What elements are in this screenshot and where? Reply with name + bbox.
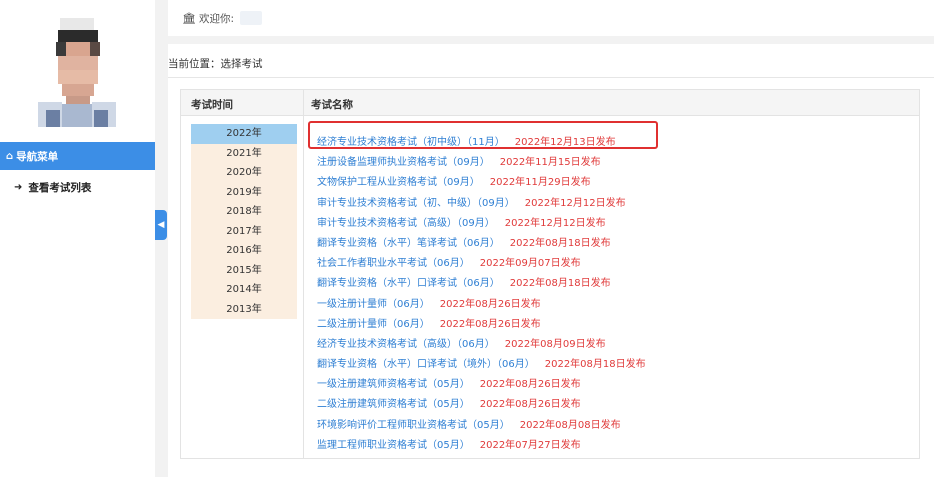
year-item[interactable]: 2017年 — [191, 221, 297, 241]
exam-name-link[interactable]: 经济专业技术资格考试（高级）（06月） — [317, 339, 495, 350]
exam-name-link[interactable]: 经济专业技术资格考试（初中级）（11月） — [317, 137, 505, 148]
exam-name-link[interactable]: 一级注册建筑师资格考试（05月） — [317, 379, 470, 390]
username-blurred — [240, 11, 263, 25]
exam-name-link[interactable]: 审计专业技术资格考试（初、中级）（09月） — [317, 198, 515, 209]
welcome-text: 欢迎你: — [198, 12, 235, 25]
exam-name-link[interactable]: 社会工作者职业水平考试（06月） — [317, 258, 470, 269]
exam-table: 考试时间 考试名称 2022年 2021年 2020年 2019年 2018年 2017年… — [180, 89, 920, 459]
avatar — [36, 12, 118, 127]
exam-list-item[interactable]: 翻译专业资格（水平）口译考试（06月） 2022年08月18日发布 — [317, 274, 907, 294]
exam-name-link[interactable]: 审计专业技术资格考试（高级）（09月） — [317, 218, 495, 229]
year-item[interactable]: 2022年 — [191, 124, 297, 144]
table-header: 考试时间 考试名称 — [181, 90, 919, 116]
exam-publish-date: 2022年08月26日发布 — [479, 399, 581, 411]
year-item[interactable]: 2014年 — [191, 280, 297, 300]
year-item[interactable]: 2013年 — [191, 299, 297, 319]
top-bar: 🏛 欢迎你: — [168, 0, 934, 36]
sidebar-collapse-toggle[interactable]: ◀ — [155, 210, 167, 240]
exam-list-item[interactable]: 社会工作者职业水平考试（06月） 2022年09月07日发布 — [317, 254, 907, 274]
bank-icon: 🏛 — [182, 11, 196, 25]
exam-publish-date: 2022年11月15日发布 — [499, 157, 601, 169]
exam-publish-date: 2022年08月26日发布 — [439, 298, 541, 310]
exam-publish-date: 2022年12月12日发布 — [524, 197, 626, 209]
sidebar-item-exam-list[interactable]: ➜ 查看考试列表 — [0, 176, 155, 198]
main-panel: 当前位置：选择考试 考试时间 考试名称 2022年 2021年 2020年 2019年… — [168, 44, 934, 477]
exam-name-link[interactable]: 翻译专业资格（水平）口译考试（06月） — [317, 278, 500, 289]
exam-list-item[interactable]: 监理工程师职业资格考试（05月） 2022年07月27日发布 — [317, 436, 907, 456]
exam-name-link[interactable]: 环境影响评价工程师职业资格考试（05月） — [317, 420, 510, 431]
exam-name-link[interactable]: 二级注册建筑师资格考试（05月） — [317, 399, 470, 410]
year-item[interactable]: 2020年 — [191, 163, 297, 183]
column-header-time: 考试时间 — [191, 99, 233, 111]
exam-name-link[interactable]: 翻译专业资格（水平）口译考试（境外）（06月） — [317, 359, 535, 370]
exam-publish-date: 2022年08月26日发布 — [439, 318, 541, 330]
column-header-name: 考试名称 — [311, 99, 353, 111]
year-item[interactable]: 2015年 — [191, 260, 297, 280]
exam-publish-date: 2022年08月09日发布 — [504, 338, 606, 350]
exam-list-item[interactable]: 环境影响评价工程师职业资格考试（05月） 2022年08月08日发布 — [317, 416, 907, 436]
exam-list-item[interactable]: 一级注册建筑师资格考试（05月） 2022年08月26日发布 — [317, 375, 907, 395]
column-divider — [303, 90, 304, 458]
exam-list-item[interactable]: 翻译专业资格（水平）笔译考试（06月） 2022年08月18日发布 — [317, 234, 907, 254]
divider — [168, 77, 934, 78]
exam-publish-date: 2022年12月13日发布 — [514, 137, 616, 148]
sign-in-icon: ➜ — [14, 181, 23, 193]
year-item[interactable]: 2021年 — [191, 143, 297, 163]
year-item[interactable]: 2018年 — [191, 202, 297, 222]
exam-name-link[interactable]: 二级注册计量师（06月） — [317, 319, 430, 330]
exam-list-item[interactable]: 审计专业技术资格考试（初、中级）（09月） 2022年12月12日发布 — [317, 194, 907, 214]
exam-name-link[interactable]: 监理工程师职业资格考试（05月） — [317, 440, 470, 451]
exam-list-item[interactable]: 一级注册计量师（06月） 2022年08月26日发布 — [317, 295, 907, 315]
sidebar-item-label: 查看考试列表 — [28, 181, 92, 194]
exam-publish-date: 2022年12月12日发布 — [504, 217, 606, 229]
exam-list-item[interactable]: 审计专业技术资格考试（高级）（09月） 2022年12月12日发布 — [317, 214, 907, 234]
exam-list-item[interactable]: 经济专业技术资格考试（高级）（06月） 2022年08月09日发布 — [317, 335, 907, 355]
nav-menu-header[interactable]: ⌂ 导航菜单 — [0, 142, 155, 170]
sidebar: ⌂ 导航菜单 ➜ 查看考试列表 — [0, 0, 155, 477]
exam-publish-date: 2022年08月18日发布 — [509, 278, 611, 290]
exam-publish-date: 2022年08月08日发布 — [519, 419, 621, 431]
breadcrumb: 当前位置：选择考试 — [168, 58, 263, 70]
avatar-pixelated-image — [36, 12, 118, 127]
chevron-left-icon: ◀ — [157, 220, 165, 230]
exam-list-item[interactable]: 二级注册计量师（06月） 2022年08月26日发布 — [317, 315, 907, 335]
exam-publish-date: 2022年11月29日发布 — [489, 177, 591, 189]
exam-publish-date: 2022年08月26日发布 — [479, 379, 581, 391]
nav-menu-title: 导航菜单 — [16, 150, 59, 163]
exam-list-item[interactable]: 文物保护工程从业资格考试（09月） 2022年11月29日发布 — [317, 173, 907, 193]
exam-name-link[interactable]: 注册设备监理师执业资格考试（09月） — [317, 157, 490, 168]
exam-publish-date: 2022年07月27日发布 — [479, 439, 581, 451]
exam-list-item[interactable]: 经济专业技术资格考试（初中级）（11月） 2022年12月13日发布 — [317, 133, 907, 153]
exam-list-item[interactable]: 二级注册建筑师资格考试（05月） 2022年08月26日发布 — [317, 395, 907, 415]
exam-list-item[interactable]: 注册设备监理师执业资格考试（09月） 2022年11月15日发布 — [317, 153, 907, 173]
year-item[interactable]: 2016年 — [191, 241, 297, 261]
year-item[interactable]: 2019年 — [191, 182, 297, 202]
exam-name-link[interactable]: 翻译专业资格（水平）笔译考试（06月） — [317, 238, 500, 249]
exam-publish-date: 2022年09月07日发布 — [479, 258, 581, 270]
exam-list: 经济专业技术资格考试（初中级）（11月） 2022年12月13日发布注册设备监理师… — [317, 133, 907, 456]
home-icon: ⌂ — [6, 150, 14, 162]
exam-publish-date: 2022年08月18日发布 — [509, 237, 611, 249]
year-list: 2022年 2021年 2020年 2019年 2018年 2017年 2016年 2015年… — [191, 124, 297, 319]
exam-publish-date: 2022年08月18日发布 — [544, 359, 646, 371]
exam-name-link[interactable]: 文物保护工程从业资格考试（09月） — [317, 177, 480, 188]
exam-name-link[interactable]: 一级注册计量师（06月） — [317, 299, 430, 310]
exam-list-item[interactable]: 翻译专业资格（水平）口译考试（境外）（06月） 2022年08月18日发布 — [317, 355, 907, 375]
